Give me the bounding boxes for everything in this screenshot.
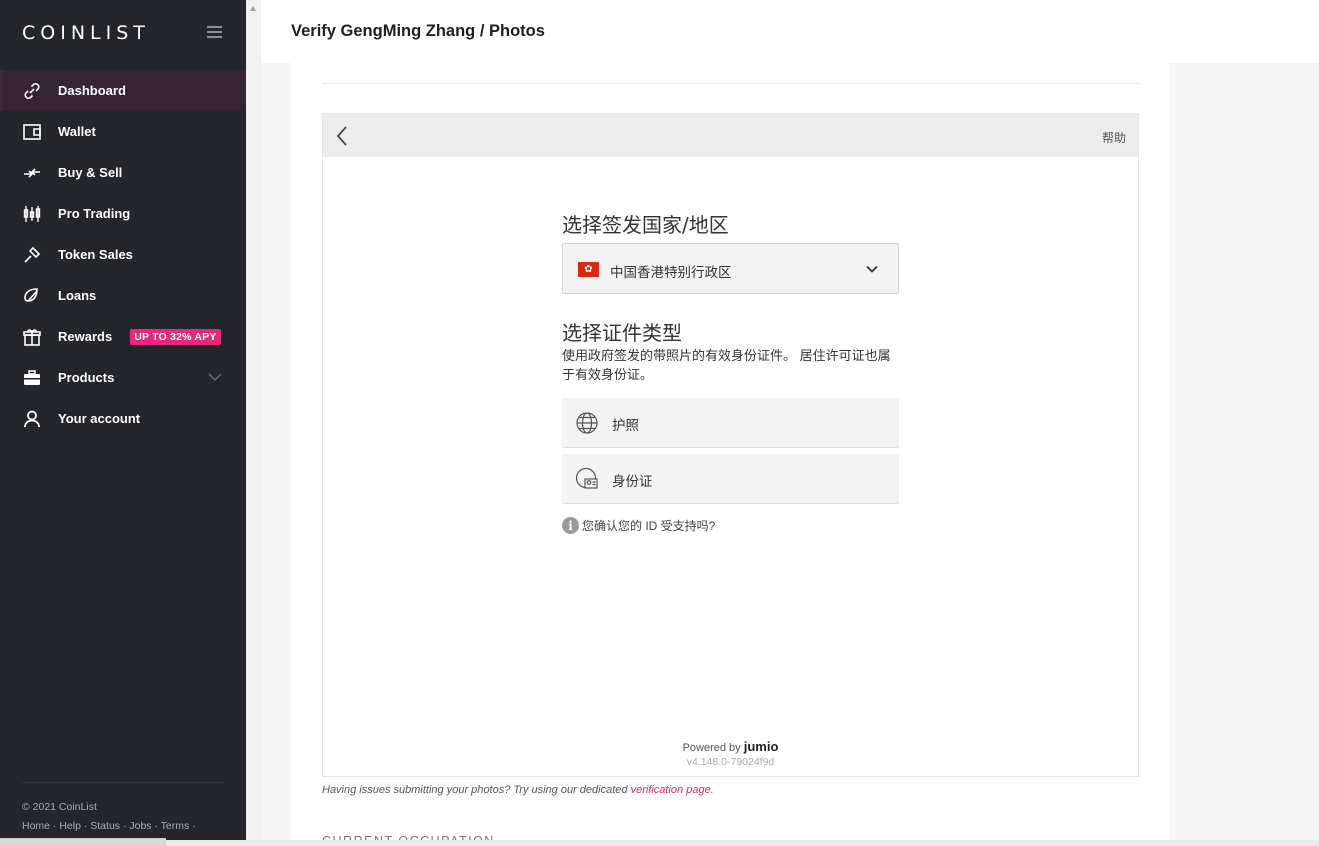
sidebar-item-wallet[interactable]: Wallet <box>0 111 246 152</box>
powered-prefix: Powered by <box>682 742 741 754</box>
briefcase-icon <box>22 368 42 388</box>
sidebar-item-label: Your account <box>58 411 141 426</box>
page-title: Verify GengMing Zhang / Photos <box>291 22 545 40</box>
tag-icon <box>22 245 42 265</box>
sidebar-item-label: Pro Trading <box>58 206 131 221</box>
issue-text: Having issues submitting your photos? Tr… <box>322 784 628 796</box>
sidebar-item-pro-trading[interactable]: Pro Trading <box>0 193 246 234</box>
country-select[interactable]: ✿ 中国香港特别行政区 <box>562 243 899 294</box>
jumio-verification-frame: 帮助 选择签发国家/地区 ✿ 中国香港特别行政区 选择证件类型 使用政府签发的带… <box>322 113 1139 777</box>
sidebar-nav: Dashboard Wallet Buy & Sell Pro Trading … <box>0 70 246 439</box>
user-icon <box>22 409 42 429</box>
sidebar-footer: © 2021 CoinList Home · Help · Status · J… <box>22 798 196 836</box>
country-value: 中国香港特别行政区 <box>610 265 732 280</box>
divider <box>322 83 1139 84</box>
sidebar-item-rewards[interactable]: Rewards UP TO 32% APY <box>0 316 246 357</box>
gift-icon <box>22 327 42 347</box>
arrows-exchange-icon <box>22 163 42 183</box>
powered-by: Powered by jumio <box>323 739 1138 754</box>
apy-badge: UP TO 32% APY <box>130 328 221 345</box>
page-header: Verify GengMing Zhang / Photos <box>261 0 1319 63</box>
sidebar: COINLIST Dashboard Wallet Buy & Sell Pro… <box>0 0 246 846</box>
help-link[interactable]: 帮助 <box>1102 129 1126 146</box>
sidebar-item-label: Buy & Sell <box>58 165 123 180</box>
loan-icon <box>22 286 42 306</box>
hk-flag-icon: ✿ <box>578 262 599 277</box>
sidebar-item-buy-sell[interactable]: Buy & Sell <box>0 152 246 193</box>
passport-option[interactable]: 护照 <box>562 398 899 447</box>
divider <box>22 782 224 783</box>
globe-icon <box>576 412 598 434</box>
coinlist-logo[interactable]: COINLIST <box>22 22 150 44</box>
id-supported-link[interactable]: i 您确认您的 ID 受支持吗? <box>562 517 715 534</box>
sidebar-item-token-sales[interactable]: Token Sales <box>0 234 246 275</box>
id-card-icon <box>575 467 598 489</box>
doc-type-description: 使用政府签发的带照片的有效身份证件。 居住许可证也属于有效身份证。 <box>562 348 891 382</box>
chevron-down-icon[interactable] <box>208 370 222 384</box>
sidebar-item-label: Dashboard <box>58 83 126 98</box>
scroll-up-icon[interactable] <box>250 6 256 11</box>
candlestick-icon <box>22 204 42 224</box>
passport-label: 护照 <box>612 418 639 433</box>
sidebar-item-label: Loans <box>58 288 97 303</box>
sidebar-item-label: Wallet <box>58 124 96 139</box>
sidebar-item-label: Products <box>58 370 115 385</box>
chevron-down-icon <box>866 265 878 273</box>
sidebar-item-dashboard[interactable]: Dashboard <box>0 70 246 111</box>
horizontal-scrollbar[interactable] <box>0 840 1319 846</box>
copyright: © 2021 CoinList <box>22 801 97 813</box>
verification-page-link[interactable]: verification page. <box>631 784 714 796</box>
sidebar-item-products[interactable]: Products <box>0 357 246 398</box>
id-card-label: 身份证 <box>612 474 653 489</box>
scrollbar[interactable] <box>246 0 261 846</box>
footer-links[interactable]: Home · Help · Status · Jobs · Terms · <box>22 817 196 836</box>
sidebar-item-label: Token Sales <box>58 247 133 262</box>
link-icon <box>22 81 42 101</box>
version-text: v4.148.0-79024f9d <box>686 756 775 768</box>
sidebar-item-your-account[interactable]: Your account <box>0 398 246 439</box>
issue-note: Having issues submitting your photos? Tr… <box>322 784 714 796</box>
jumio-logo: jumio <box>743 739 779 754</box>
back-icon[interactable] <box>335 125 349 147</box>
wallet-icon <box>22 122 42 142</box>
jumio-top-bar: 帮助 <box>323 114 1138 157</box>
id-card-option[interactable]: 身份证 <box>562 454 899 503</box>
sidebar-item-label: Rewards <box>58 329 113 344</box>
sidebar-item-loans[interactable]: Loans <box>0 275 246 316</box>
info-icon: i <box>562 517 579 534</box>
menu-icon[interactable] <box>207 26 222 38</box>
doc-type-title: 选择证件类型 <box>562 321 682 345</box>
info-text: 您确认您的 ID 受支持吗? <box>582 519 716 533</box>
country-title: 选择签发国家/地区 <box>562 213 729 237</box>
status-bar <box>0 838 166 846</box>
